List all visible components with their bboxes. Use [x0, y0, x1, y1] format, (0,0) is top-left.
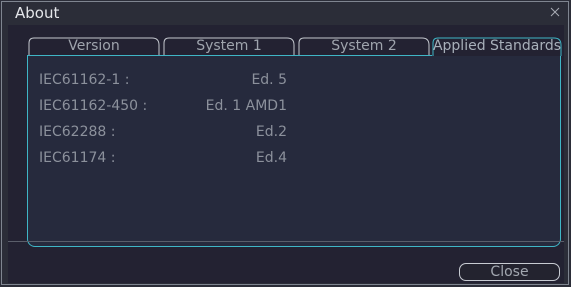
footer-divider: [8, 241, 564, 242]
tab-applied-standards[interactable]: Applied Standards: [432, 37, 562, 56]
standard-name: IEC62288 :: [39, 124, 116, 140]
title-bar[interactable]: About: [2, 2, 568, 24]
tab-system-2[interactable]: System 2: [298, 37, 430, 56]
tab-version[interactable]: Version: [28, 37, 160, 56]
close-button[interactable]: Close: [459, 263, 560, 281]
applied-standards-panel: IEC61162-1 : Ed. 5 IEC61162-450 : Ed. 1 …: [27, 56, 561, 247]
tab-system-2-label: System 2: [331, 38, 397, 54]
tab-version-label: Version: [68, 38, 120, 54]
tab-applied-standards-label: Applied Standards: [432, 38, 562, 54]
standard-edition: Ed. 5: [251, 72, 287, 88]
standard-edition: Ed.2: [255, 124, 287, 140]
standard-edition: Ed. 1 AMD1: [205, 98, 287, 114]
tab-system-1-label: System 1: [196, 38, 262, 54]
standard-edition: Ed.4: [255, 150, 287, 166]
close-icon[interactable]: [548, 4, 562, 18]
tab-system-1[interactable]: System 1: [163, 37, 295, 56]
about-dialog: About Version System 1 System 2 Applied …: [1, 1, 569, 285]
standard-name: IEC61174 :: [39, 150, 116, 166]
dialog-body: Version System 1 System 2 Applied Standa…: [8, 25, 564, 283]
standard-name: IEC61162-450 :: [39, 98, 148, 114]
standard-name: IEC61162-1 :: [39, 72, 130, 88]
dialog-title: About: [15, 4, 60, 22]
